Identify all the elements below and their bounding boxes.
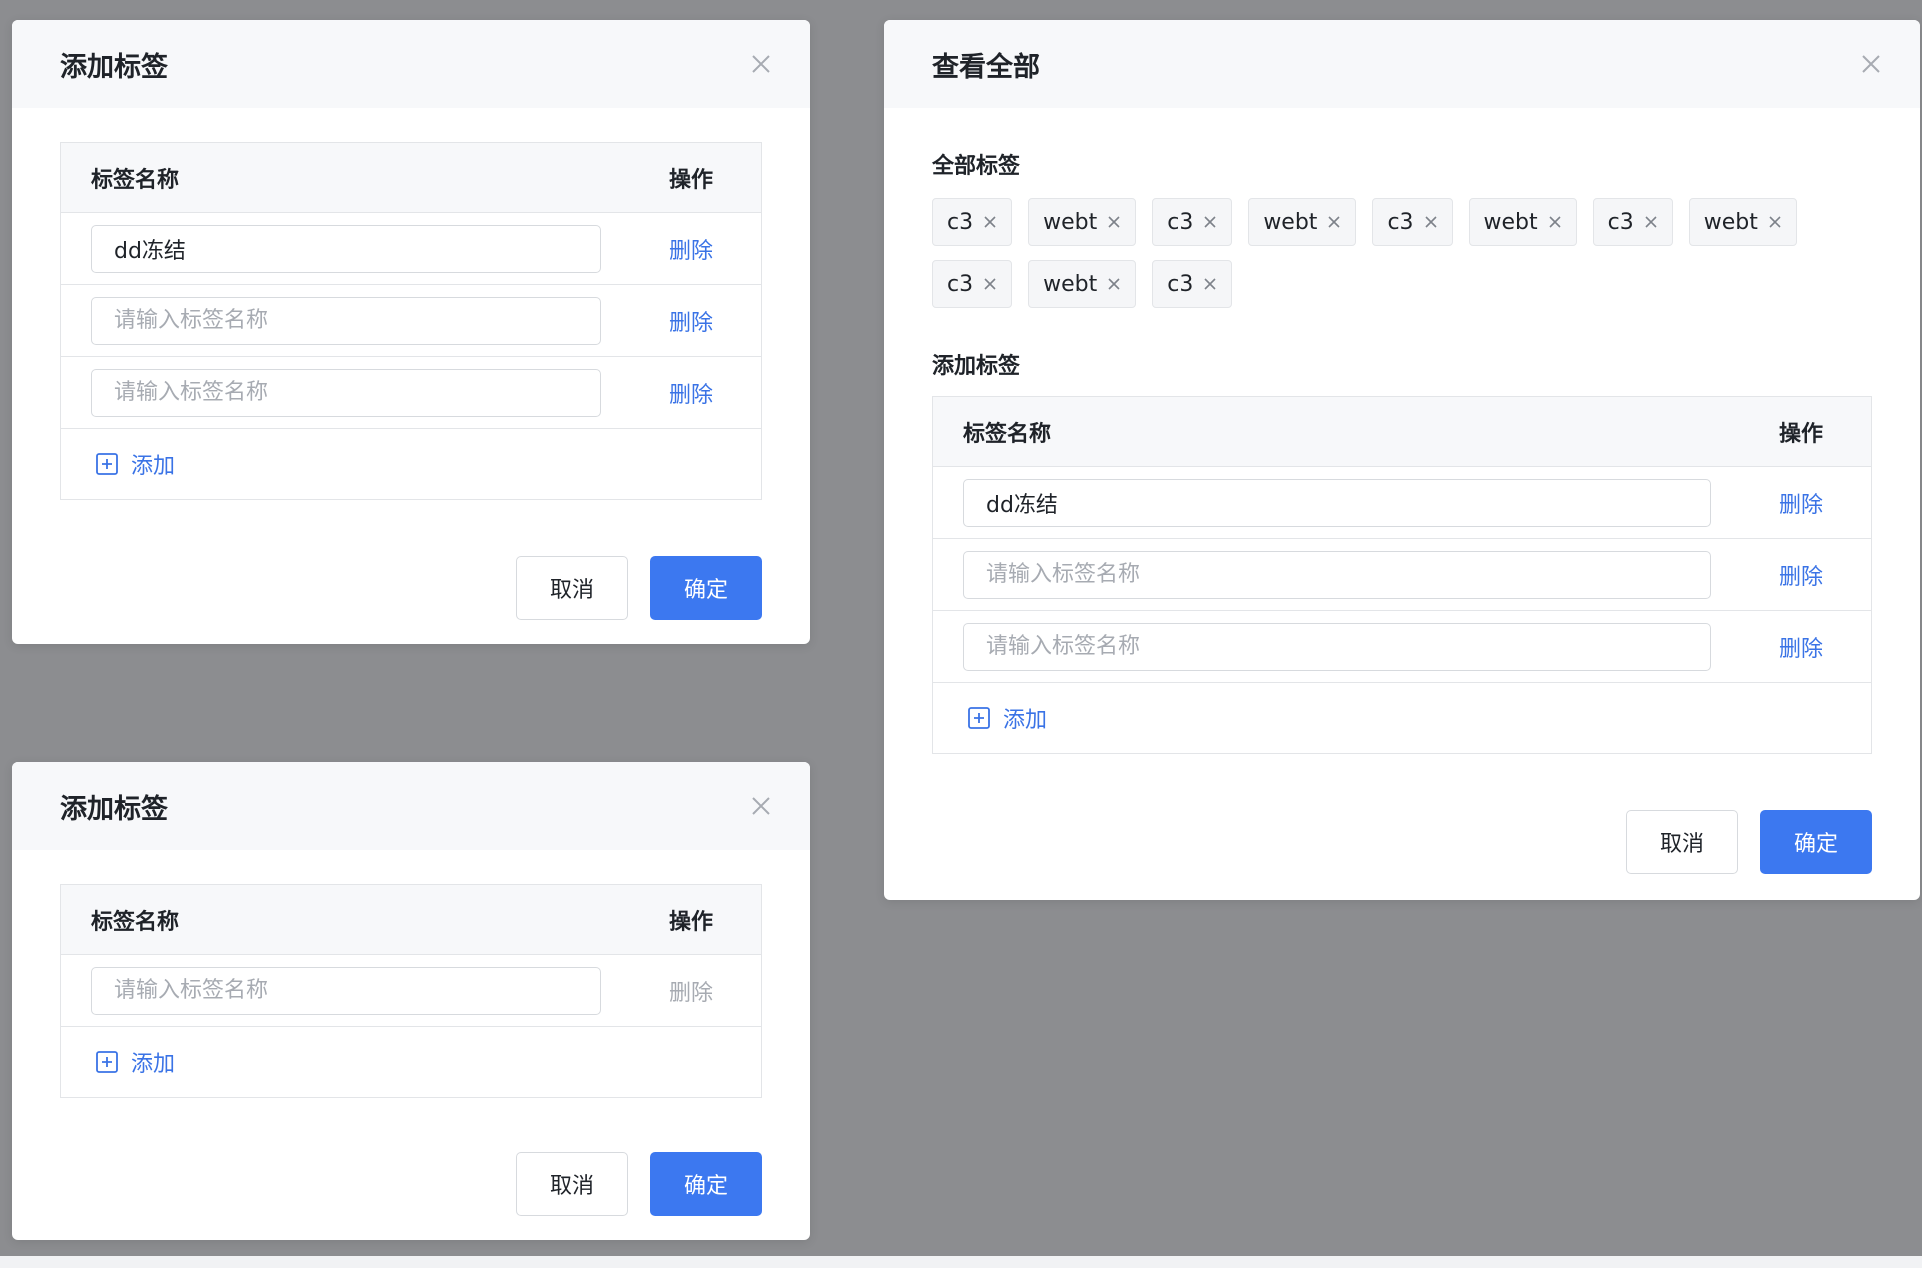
- tag-chip: c3: [1152, 198, 1233, 246]
- remove-tag-icon[interactable]: [1201, 213, 1219, 231]
- tag-name-input[interactable]: [963, 478, 1711, 527]
- tag-chip: c3: [932, 260, 1013, 308]
- cancel-button[interactable]: 取消: [516, 1152, 628, 1216]
- bottom-strip: [0, 1256, 1922, 1268]
- tag-chip-label: c3: [1167, 209, 1194, 235]
- add-label: 添加: [131, 454, 176, 479]
- dialog-title: 添加标签: [60, 51, 168, 83]
- dialog-header: 添加标签: [12, 20, 810, 108]
- remove-tag-icon[interactable]: [1546, 213, 1564, 231]
- tag-chip-label: c3: [947, 209, 974, 235]
- delete-link[interactable]: 删除: [669, 233, 713, 265]
- table-header: 标签名称 操作: [61, 143, 761, 213]
- tag-chip-label: webt: [1483, 209, 1538, 235]
- tag-chip-label: c3: [1387, 209, 1414, 235]
- table-row: 删除: [933, 539, 1871, 611]
- remove-tag-icon[interactable]: [1422, 213, 1440, 231]
- tag-chip-label: webt: [1703, 209, 1758, 235]
- tag-chip: webt: [1028, 198, 1137, 246]
- table-row: 删除: [61, 213, 761, 285]
- dialog-header: 添加标签: [12, 762, 810, 850]
- tag-chip: webt: [1688, 198, 1797, 246]
- dialog-header: 查看全部: [884, 20, 1920, 108]
- tag-chip: c3: [1592, 198, 1673, 246]
- tag-chip-label: c3: [947, 271, 974, 297]
- add-tag-dialog-1: 添加标签 标签名称 操作 删除 删除 删除 添加 取消 确: [12, 20, 810, 644]
- plus-square-icon: [96, 453, 118, 475]
- remove-tag-icon[interactable]: [1105, 213, 1123, 231]
- add-label: 添加: [131, 1052, 176, 1077]
- close-icon[interactable]: [746, 791, 776, 821]
- plus-square-icon: [968, 707, 990, 729]
- confirm-button[interactable]: 确定: [650, 1152, 762, 1216]
- delete-link: 删除: [668, 980, 713, 1006]
- add-row-button[interactable]: 添加: [933, 683, 1871, 753]
- tag-name-input[interactable]: [963, 622, 1711, 671]
- remove-tag-icon[interactable]: [1105, 275, 1123, 293]
- table-row: 删除: [61, 285, 761, 357]
- add-tags-label: 添加标签: [932, 354, 1021, 379]
- delete-link[interactable]: 删除: [669, 377, 713, 409]
- tag-name-input[interactable]: [963, 550, 1711, 599]
- tag-chip: c3: [1152, 260, 1233, 308]
- tag-chip: c3: [1372, 198, 1453, 246]
- table-header: 标签名称 操作: [61, 885, 761, 955]
- add-label: 添加: [1003, 708, 1048, 733]
- col-tag-name: 标签名称: [91, 909, 180, 935]
- confirm-button[interactable]: 确定: [1760, 810, 1872, 874]
- tag-table: 标签名称 操作 删除 添加: [60, 884, 762, 1098]
- delete-link[interactable]: 删除: [1779, 631, 1823, 663]
- tag-name-input[interactable]: [91, 368, 601, 417]
- tag-chip: webt: [1468, 198, 1577, 246]
- confirm-button[interactable]: 确定: [650, 556, 762, 620]
- cancel-button[interactable]: 取消: [516, 556, 628, 620]
- dialog-title: 查看全部: [932, 51, 1040, 83]
- col-operation: 操作: [668, 909, 713, 935]
- dialog-title: 添加标签: [60, 793, 168, 825]
- tag-chip: webt: [1028, 260, 1137, 308]
- add-tag-dialog-2: 添加标签 标签名称 操作 删除 添加 取消 确定: [12, 762, 810, 1240]
- add-row-button[interactable]: 添加: [61, 1027, 761, 1097]
- col-tag-name: 标签名称: [91, 167, 180, 193]
- col-operation: 操作: [1778, 421, 1823, 447]
- view-all-dialog: 查看全部 全部标签 c3 webt c3 webt c3 webt c3 webt c3 webt…: [884, 20, 1920, 900]
- table-header: 标签名称 操作: [933, 397, 1871, 467]
- remove-tag-icon[interactable]: [1766, 213, 1784, 231]
- table-row: 删除: [933, 467, 1871, 539]
- close-icon[interactable]: [1856, 49, 1886, 79]
- tag-chip-label: webt: [1043, 209, 1098, 235]
- tag-name-input[interactable]: [91, 296, 601, 345]
- tag-table: 标签名称 操作 删除 删除 删除 添加: [60, 142, 762, 500]
- tag-chip-label: c3: [1607, 209, 1634, 235]
- remove-tag-icon[interactable]: [1642, 213, 1660, 231]
- col-operation: 操作: [668, 167, 713, 193]
- delete-link[interactable]: 删除: [669, 305, 713, 337]
- tag-name-input[interactable]: [91, 966, 601, 1015]
- tag-chip-label: webt: [1263, 209, 1318, 235]
- plus-square-icon: [96, 1051, 118, 1073]
- tag-table: 标签名称 操作 删除 删除 删除 添加: [932, 396, 1872, 754]
- table-row: 删除: [61, 357, 761, 429]
- remove-tag-icon[interactable]: [981, 213, 999, 231]
- col-tag-name: 标签名称: [963, 421, 1052, 447]
- add-row-button[interactable]: 添加: [61, 429, 761, 499]
- tag-chip: webt: [1248, 198, 1357, 246]
- tag-chip-label: c3: [1167, 271, 1194, 297]
- close-icon[interactable]: [746, 49, 776, 79]
- tag-chip-label: webt: [1043, 271, 1098, 297]
- table-row: 删除: [933, 611, 1871, 683]
- tag-chip-list: c3 webt c3 webt c3 webt c3 webt c3 webt c3: [932, 198, 1882, 308]
- table-row: 删除: [61, 955, 761, 1027]
- all-tags-label: 全部标签: [932, 154, 1021, 179]
- remove-tag-icon[interactable]: [1325, 213, 1343, 231]
- tag-name-input[interactable]: [91, 224, 601, 273]
- delete-link[interactable]: 删除: [1779, 487, 1823, 519]
- delete-link[interactable]: 删除: [1779, 559, 1823, 591]
- remove-tag-icon[interactable]: [981, 275, 999, 293]
- cancel-button[interactable]: 取消: [1626, 810, 1738, 874]
- tag-chip: c3: [932, 198, 1013, 246]
- remove-tag-icon[interactable]: [1201, 275, 1219, 293]
